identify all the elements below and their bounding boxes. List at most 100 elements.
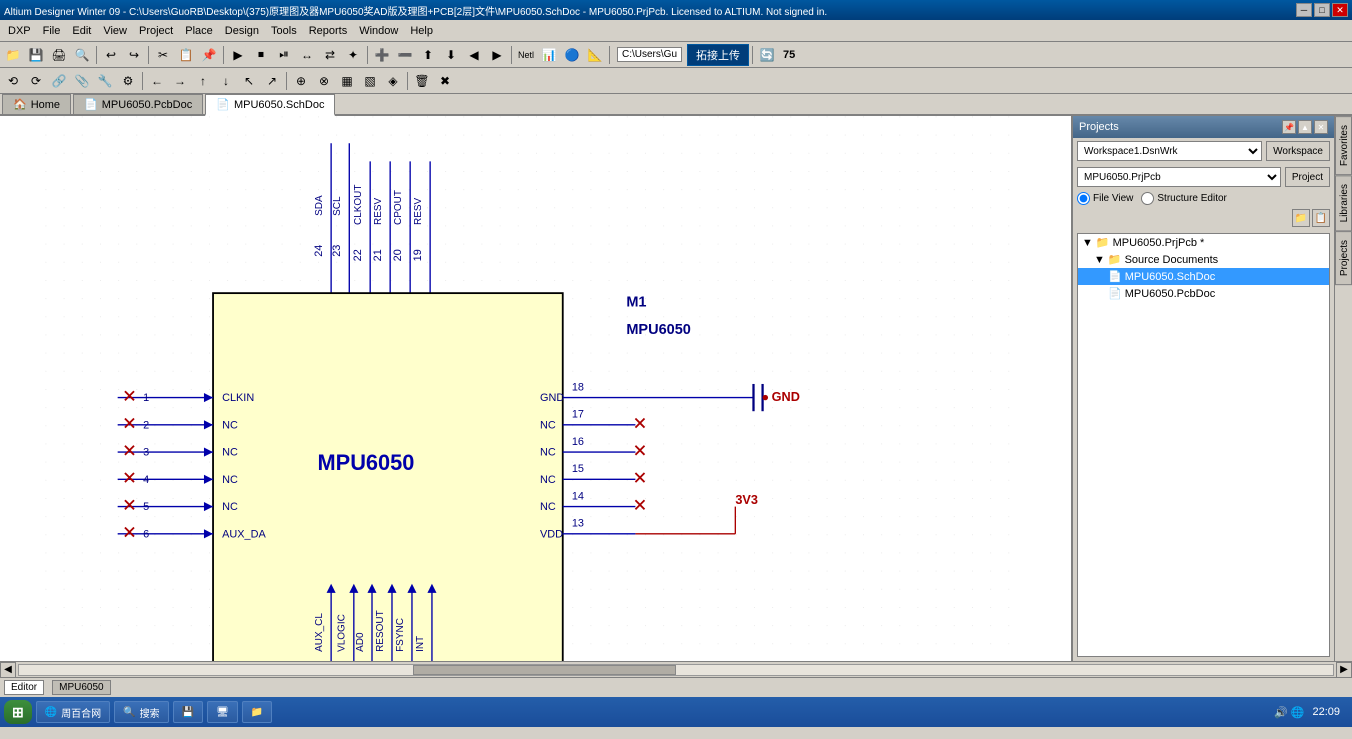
taskbar-item-browser[interactable]: 🌐 周百合网 bbox=[36, 701, 110, 723]
panel-pin-button[interactable]: 📌 bbox=[1282, 120, 1296, 134]
toolbar-btn-8[interactable]: ↔ bbox=[296, 44, 318, 66]
toolbar-1: 📁 💾 🖨 🔍 ↩ ↪ ✂ 📋 📌 ▶ ⏹ ⏯ ↔ ⇄ ✦ ➕ ➖ ⬆ ⬇ ◀ … bbox=[0, 42, 1352, 68]
tb2-btn-1[interactable]: ⟲ bbox=[2, 70, 24, 92]
toolbar-btn-6[interactable]: ⏹ bbox=[250, 44, 272, 66]
menu-tools[interactable]: Tools bbox=[265, 23, 303, 39]
scroll-right-button[interactable]: ▶ bbox=[1336, 662, 1352, 678]
menu-help[interactable]: Help bbox=[404, 23, 439, 39]
tb2-btn-5[interactable]: 🔧 bbox=[94, 70, 116, 92]
tb2-btn-14[interactable]: ⊗ bbox=[313, 70, 335, 92]
panel-icon-btn-2[interactable]: 📋 bbox=[1312, 209, 1330, 227]
toolbar-btn-net[interactable]: Netl bbox=[515, 44, 537, 66]
tree-item-schdoc[interactable]: 📄 MPU6050.SchDoc bbox=[1078, 268, 1329, 285]
workspace-button[interactable]: Workspace bbox=[1266, 141, 1330, 161]
tb2-btn-6[interactable]: ⚙ bbox=[117, 70, 139, 92]
toolbar-btn-11[interactable]: ➕ bbox=[371, 44, 393, 66]
tb2-btn-10[interactable]: ↓ bbox=[215, 70, 237, 92]
toolbar-btn-17[interactable]: 📊 bbox=[538, 44, 560, 66]
toolbar-btn-3[interactable]: 🖨 bbox=[48, 44, 70, 66]
toolbar-btn-7[interactable]: ⏯ bbox=[273, 44, 295, 66]
toolbar-btn-12[interactable]: ➖ bbox=[394, 44, 416, 66]
menu-place[interactable]: Place bbox=[179, 23, 219, 39]
toolbar-btn-2[interactable]: 💾 bbox=[25, 44, 47, 66]
tb2-btn-11[interactable]: ↖ bbox=[238, 70, 260, 92]
taskbar-item-icon2[interactable]: 🖥 bbox=[207, 701, 238, 723]
bottom-tab-mpu6050[interactable]: MPU6050 bbox=[52, 680, 110, 695]
close-button[interactable]: ✕ bbox=[1332, 3, 1348, 17]
menu-dxp[interactable]: DXP bbox=[2, 23, 37, 39]
toolbar-btn-10[interactable]: ✦ bbox=[342, 44, 364, 66]
path-display: C:\Users\Gu bbox=[617, 47, 682, 62]
tb2-btn-16[interactable]: ▧ bbox=[359, 70, 381, 92]
toolbar-btn-print-preview[interactable]: 🔍 bbox=[71, 44, 93, 66]
tab-schdoc[interactable]: 📄 MPU6050.SchDoc bbox=[205, 94, 335, 116]
menu-view[interactable]: View bbox=[97, 23, 133, 39]
upload-button[interactable]: 拓接上传 bbox=[687, 44, 749, 66]
project-button[interactable]: Project bbox=[1285, 167, 1330, 187]
toolbar-btn-paste[interactable]: 📌 bbox=[198, 44, 220, 66]
tb2-btn-7[interactable]: ← bbox=[146, 70, 168, 92]
minimize-button[interactable]: ─ bbox=[1296, 3, 1312, 17]
taskbar-item-search[interactable]: 🔍 搜索 bbox=[114, 701, 168, 723]
side-tab-projects[interactable]: Projects bbox=[1335, 231, 1352, 285]
toolbar-btn-1[interactable]: 📁 bbox=[2, 44, 24, 66]
tree-root[interactable]: ▼ 📁 MPU6050.PrjPcb * bbox=[1078, 234, 1329, 251]
bottom-tab-editor[interactable]: Editor bbox=[4, 680, 44, 695]
toolbar-btn-14[interactable]: ⬇ bbox=[440, 44, 462, 66]
side-tab-favorites[interactable]: Favorites bbox=[1335, 116, 1352, 175]
toolbar-btn-redo[interactable]: ↪ bbox=[123, 44, 145, 66]
maximize-button[interactable]: □ bbox=[1314, 3, 1330, 17]
menu-edit[interactable]: Edit bbox=[66, 23, 97, 39]
tb2-btn-2[interactable]: ⟳ bbox=[25, 70, 47, 92]
tb2-btn-9[interactable]: ↑ bbox=[192, 70, 214, 92]
taskbar-item-icon1[interactable]: 💾 bbox=[173, 701, 203, 723]
toolbar-btn-16[interactable]: ▶ bbox=[486, 44, 508, 66]
tab-pcbdoc[interactable]: 📄 MPU6050.PcbDoc bbox=[73, 94, 203, 114]
toolbar-btn-13[interactable]: ⬆ bbox=[417, 44, 439, 66]
workspace-dropdown[interactable]: Workspace1.DsnWrk bbox=[1077, 141, 1262, 161]
scroll-track[interactable] bbox=[18, 664, 1334, 676]
menu-project[interactable]: Project bbox=[133, 23, 179, 39]
toolbar-btn-5[interactable]: ▶ bbox=[227, 44, 249, 66]
tb2-btn-18[interactable]: 🗑 bbox=[411, 70, 433, 92]
panel-expand-button[interactable]: ▲ bbox=[1298, 120, 1312, 134]
side-tab-libraries[interactable]: Libraries bbox=[1335, 175, 1352, 231]
toolbar-btn-15[interactable]: ◀ bbox=[463, 44, 485, 66]
tb2-btn-12[interactable]: ↗ bbox=[261, 70, 283, 92]
tree-source-docs[interactable]: ▼ 📁 Source Documents bbox=[1078, 251, 1329, 268]
file-view-radio[interactable] bbox=[1077, 192, 1090, 205]
tree-item-pcbdoc[interactable]: 📄 MPU6050.PcbDoc bbox=[1078, 285, 1329, 302]
project-dropdown[interactable]: MPU6050.PrjPcb bbox=[1077, 167, 1281, 187]
toolbar-btn-cut[interactable]: ✂ bbox=[152, 44, 174, 66]
schematic-canvas[interactable]: 24 23 22 21 20 19 SDA SCL CLKOUT RESV CP… bbox=[0, 116, 1072, 661]
tb2-btn-3[interactable]: 🔗 bbox=[48, 70, 70, 92]
menu-file[interactable]: File bbox=[37, 23, 67, 39]
file-view-radio-label[interactable]: File View bbox=[1077, 192, 1133, 205]
toolbar-btn-19[interactable]: 📐 bbox=[584, 44, 606, 66]
menu-window[interactable]: Window bbox=[353, 23, 404, 39]
tb2-btn-15[interactable]: ▦ bbox=[336, 70, 358, 92]
menu-design[interactable]: Design bbox=[219, 23, 265, 39]
panel-close-button[interactable]: ✕ bbox=[1314, 120, 1328, 134]
toolbar-btn-copy[interactable]: 📋 bbox=[175, 44, 197, 66]
tab-home[interactable]: 🏠 Home bbox=[2, 94, 71, 114]
panel-icon-btn-1[interactable]: 📁 bbox=[1292, 209, 1310, 227]
tb2-btn-19[interactable]: ✖ bbox=[434, 70, 456, 92]
toolbar-btn-undo[interactable]: ↩ bbox=[100, 44, 122, 66]
tb2-btn-8[interactable]: → bbox=[169, 70, 191, 92]
tb2-btn-13[interactable]: ⊕ bbox=[290, 70, 312, 92]
toolbar-btn-18[interactable]: 🔵 bbox=[561, 44, 583, 66]
start-button[interactable]: ⊞ bbox=[4, 700, 32, 724]
horizontal-scrollbar[interactable]: ◀ ▶ bbox=[0, 661, 1352, 677]
refresh-btn[interactable]: 🔄 bbox=[756, 44, 778, 66]
scroll-left-button[interactable]: ◀ bbox=[0, 662, 16, 678]
scroll-thumb[interactable] bbox=[413, 665, 676, 675]
tb2-btn-17[interactable]: ◈ bbox=[382, 70, 404, 92]
structure-editor-radio[interactable] bbox=[1141, 192, 1154, 205]
toolbar-btn-9[interactable]: ⇄ bbox=[319, 44, 341, 66]
structure-editor-radio-label[interactable]: Structure Editor bbox=[1141, 192, 1226, 205]
taskbar-item-icon3[interactable]: 📁 bbox=[242, 701, 272, 723]
tb2-btn-4[interactable]: 📎 bbox=[71, 70, 93, 92]
menu-reports[interactable]: Reports bbox=[303, 23, 354, 39]
project-tree[interactable]: ▼ 📁 MPU6050.PrjPcb * ▼ 📁 Source Document… bbox=[1077, 233, 1330, 657]
